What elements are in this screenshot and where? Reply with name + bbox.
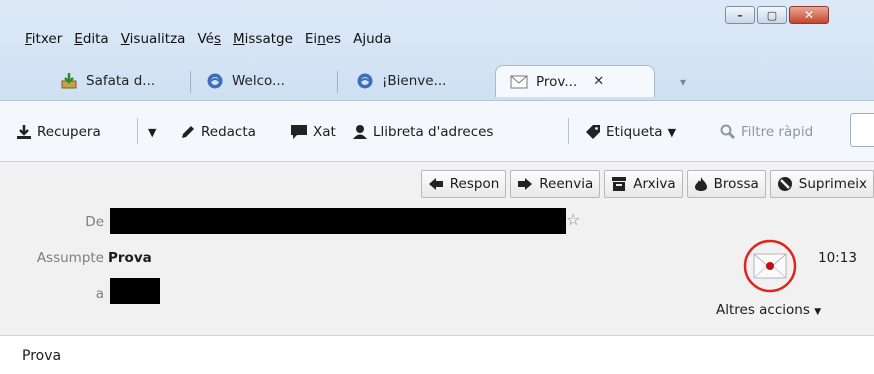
pencil-icon bbox=[180, 124, 196, 140]
tab-label: Welco... bbox=[232, 73, 285, 89]
forward-arrow-icon bbox=[517, 177, 533, 191]
search-input[interactable] bbox=[850, 113, 874, 147]
address-book-button[interactable]: Llibreta d'adreces bbox=[352, 121, 493, 143]
menu-edita[interactable]: Edita bbox=[68, 28, 114, 50]
tab-separator bbox=[337, 71, 338, 93]
tab-prova[interactable]: Prov... ✕ bbox=[495, 65, 655, 97]
tab-separator bbox=[190, 71, 191, 93]
other-actions-button[interactable]: Altres accions ▼ bbox=[716, 302, 821, 318]
reply-arrow-icon bbox=[428, 177, 444, 191]
thunderbird-icon bbox=[206, 72, 224, 90]
body-text: Prova bbox=[22, 348, 62, 364]
tab-welcome[interactable]: Welco... bbox=[206, 65, 285, 97]
to-label: a bbox=[95, 286, 104, 302]
window-controls: – ▢ ✕ bbox=[725, 6, 831, 24]
menu-bar: Fitxer Edita Visualitza Vés Missatge Ein… bbox=[0, 28, 398, 50]
to-redacted bbox=[110, 278, 160, 304]
chevron-down-icon: ▼ bbox=[667, 125, 677, 139]
subject-value: Prova bbox=[108, 250, 152, 266]
archive-box-icon bbox=[611, 176, 627, 192]
chat-icon bbox=[290, 124, 308, 140]
tab-bar: Safata d... Welco... ¡Bienve... Prov... … bbox=[0, 55, 874, 100]
close-tab-icon[interactable]: ✕ bbox=[593, 74, 604, 89]
envelope-icon bbox=[510, 73, 528, 91]
menu-visualitza[interactable]: Visualitza bbox=[115, 28, 192, 50]
chevron-down-icon: ▼ bbox=[814, 307, 822, 317]
star-icon[interactable]: ☆ bbox=[566, 210, 580, 229]
thunderbird-icon bbox=[356, 72, 374, 90]
tab-inbox[interactable]: Safata d... bbox=[60, 65, 155, 97]
write-button[interactable]: Redacta bbox=[180, 121, 256, 143]
window-frame: – ▢ ✕ Fitxer Edita Visualitza Vés Missat… bbox=[0, 0, 874, 100]
archive-button[interactable]: Arxiva bbox=[604, 170, 683, 198]
chat-button[interactable]: Xat bbox=[290, 121, 336, 143]
message-body: Prova bbox=[0, 336, 874, 374]
quick-filter-button[interactable]: Filtre ràpid bbox=[720, 121, 813, 143]
junk-button[interactable]: Brossa bbox=[686, 170, 766, 198]
tab-label: Safata d... bbox=[86, 73, 156, 89]
close-icon: ✕ bbox=[803, 8, 815, 22]
tab-bienvenido[interactable]: ¡Bienve... bbox=[356, 65, 446, 97]
close-window-button[interactable]: ✕ bbox=[789, 6, 829, 24]
tag-icon bbox=[585, 124, 601, 140]
forward-button[interactable]: Reenvia bbox=[510, 170, 601, 198]
reply-button[interactable]: Respon bbox=[420, 170, 507, 198]
menu-eines[interactable]: Eines bbox=[299, 28, 347, 50]
tab-list-chevron-icon[interactable]: ▾ bbox=[680, 75, 686, 89]
menu-missatge[interactable]: Missatge bbox=[227, 28, 299, 50]
tag-button[interactable]: Etiqueta ▼ bbox=[585, 121, 676, 143]
download-icon bbox=[16, 124, 32, 140]
filter-search-icon bbox=[720, 124, 736, 140]
split-divider bbox=[137, 118, 138, 144]
chevron-down-icon: ▼ bbox=[148, 125, 157, 139]
tab-label: Prov... bbox=[536, 73, 578, 90]
delete-button[interactable]: Suprimeix bbox=[769, 170, 874, 198]
message-time: 10:13 bbox=[818, 250, 857, 266]
from-redacted bbox=[110, 208, 566, 234]
minimize-button[interactable]: – bbox=[725, 6, 755, 24]
get-mail-button[interactable]: Recupera bbox=[16, 121, 101, 143]
menu-ajuda[interactable]: Ajuda bbox=[347, 28, 397, 50]
no-entry-icon bbox=[777, 176, 793, 192]
toolbar-separator bbox=[568, 118, 569, 144]
from-label: De bbox=[85, 214, 104, 230]
menu-ves[interactable]: Vés bbox=[191, 28, 227, 50]
tab-label: ¡Bienve... bbox=[382, 73, 447, 89]
message-header-pane: Respon Reenvia Arxiva Brossa Suprimeix D… bbox=[0, 162, 874, 336]
main-toolbar: Recupera ▼ Redacta Xat Llibreta d'adrece… bbox=[0, 100, 874, 162]
minimize-icon: – bbox=[737, 8, 743, 22]
inbox-icon bbox=[60, 72, 78, 90]
maximize-button[interactable]: ▢ bbox=[757, 6, 787, 24]
menu-fitxer[interactable]: Fitxer bbox=[0, 28, 68, 50]
flame-icon bbox=[694, 176, 708, 192]
envelope-icon bbox=[742, 238, 798, 294]
subject-label: Assumpte bbox=[36, 250, 104, 266]
maximize-icon: ▢ bbox=[766, 8, 778, 22]
get-mail-dropdown[interactable]: ▼ bbox=[148, 121, 156, 143]
message-action-bar: Respon Reenvia Arxiva Brossa Suprimeix bbox=[417, 170, 874, 198]
contact-icon bbox=[352, 124, 368, 140]
